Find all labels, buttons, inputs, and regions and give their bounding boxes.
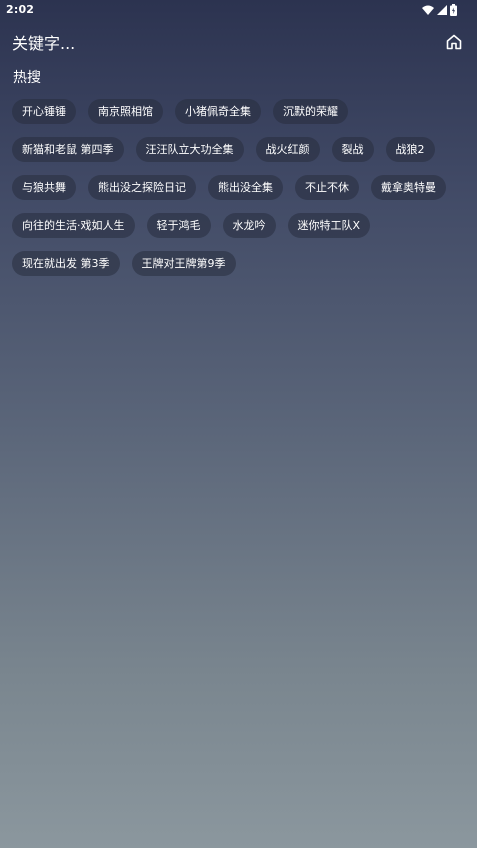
battery-icon: [450, 4, 457, 16]
status-icons: [422, 3, 457, 17]
hot-search-tag[interactable]: 水龙吟: [222, 213, 276, 238]
hot-search-tag[interactable]: 沉默的荣耀: [273, 99, 348, 124]
hot-search-tags: 开心锤锤 南京照相馆 小猪佩奇全集 沉默的荣耀新猫和老鼠 第四季 汪汪队立大功全集 战火红…: [12, 99, 464, 276]
hot-search-tag[interactable]: 不止不休: [295, 175, 359, 200]
hot-search-tag[interactable]: 南京照相馆: [88, 99, 163, 124]
hot-search-tag[interactable]: 熊出没全集: [208, 175, 283, 200]
hot-search-tag[interactable]: 轻于鸿毛: [146, 213, 211, 238]
home-button[interactable]: [445, 33, 463, 51]
home-icon: [446, 34, 462, 50]
status-bar: 2:02: [0, 0, 477, 20]
hot-search-tag[interactable]: 小猪佩奇全集: [175, 99, 261, 124]
hot-search-tag[interactable]: 新猫和老鼠 第四季: [12, 137, 124, 162]
hot-search-tag[interactable]: 熊出没之探险日记: [88, 175, 196, 200]
hot-search-tag[interactable]: 开心锤锤: [12, 99, 76, 124]
search-input[interactable]: [12, 30, 412, 56]
hot-search-tag[interactable]: 现在就出发 第3季: [12, 251, 120, 276]
signal-icon: [437, 5, 447, 15]
hot-search-tag[interactable]: 裂战: [331, 137, 374, 162]
hot-search-tag[interactable]: 戴拿奥特曼: [371, 175, 446, 200]
status-time: 2:02: [6, 3, 35, 16]
hot-search-tag[interactable]: 迷你特工队X: [287, 213, 371, 238]
hot-search-tag[interactable]: 汪汪队立大功全集: [135, 137, 244, 162]
search-header: [0, 26, 477, 60]
wifi-icon: [422, 5, 434, 15]
hot-search-tag[interactable]: 王牌对王牌第9季: [131, 251, 236, 276]
hot-search-tag[interactable]: 战火红颜: [255, 137, 320, 162]
hot-search-tag[interactable]: 向往的生活·戏如人生: [12, 213, 135, 238]
hot-search-tag[interactable]: 与狼共舞: [12, 175, 76, 200]
hot-search-tag[interactable]: 战狼2: [385, 137, 435, 162]
hot-search-title: 热搜: [13, 70, 41, 86]
